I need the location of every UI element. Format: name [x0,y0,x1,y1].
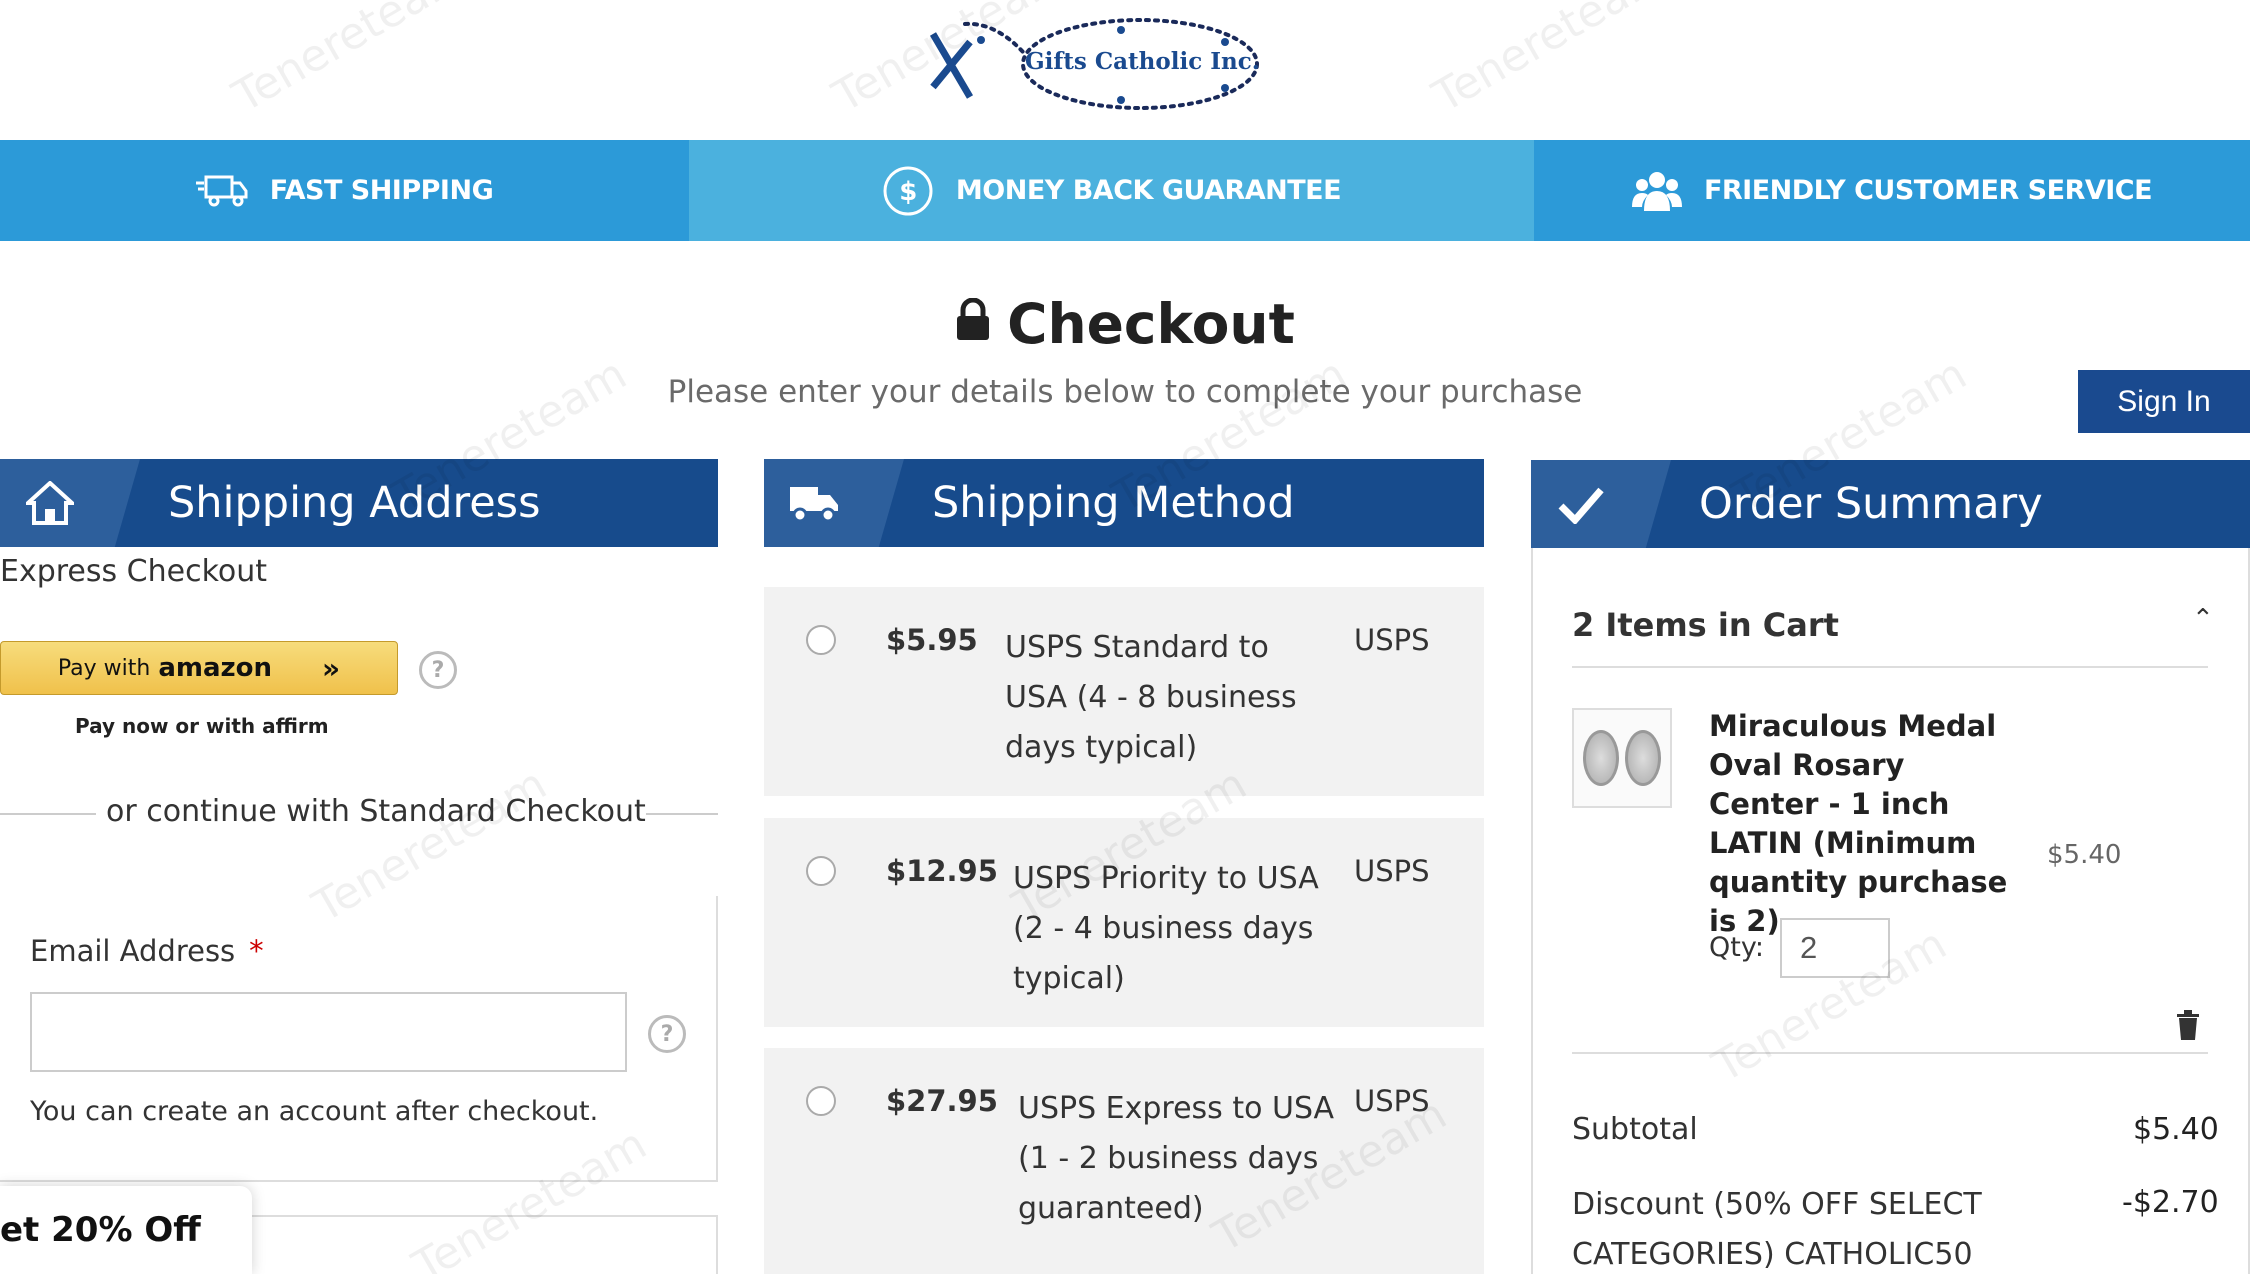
discount-label: Discount (50% OFF SELECT CATEGORIES) CAT… [1572,1187,1982,1272]
shipping-option-desc: USPS Priority to USA (2 - 4 business day… [1013,861,1319,996]
required-asterisk: * [249,934,264,968]
page-title-text: Checkout [1007,292,1295,356]
email-label-text: Email Address [30,934,236,968]
medal-image [1625,730,1661,786]
promo-fast-shipping-label: FAST SHIPPING [269,175,494,206]
trash-icon[interactable] [2176,1010,2200,1044]
email-note: You can create an account after checkout… [30,1096,599,1127]
site-logo[interactable]: Gifts Catholic Inc. [925,12,1260,112]
product-name[interactable]: Miraculous Medal Oval Rosary Center - 1 … [1709,707,2009,941]
delivery-truck-icon [764,459,904,547]
shipping-option-price: $5.95 [886,623,978,657]
dollar-circle-icon: $ [882,165,934,217]
shipping-option-radio[interactable] [806,856,836,886]
shipping-option-carrier: USPS [1354,1084,1430,1118]
email-field[interactable] [30,992,627,1072]
home-icon [0,459,140,547]
promo-fast-shipping: FAST SHIPPING [0,140,689,241]
order-summary-title: Order Summary [1699,479,2043,529]
express-checkout-label: Express Checkout [0,554,268,589]
amazon-pay-prefix: Pay with [57,655,151,681]
page-title: Checkout [0,292,2250,356]
shipping-option-desc: USPS Express to USA (1 - 2 business days… [1018,1091,1335,1226]
users-icon [1631,169,1682,213]
standard-checkout-text: or continue with Standard Checkout [106,794,646,829]
svg-text:$: $ [899,177,917,207]
promo-money-back-label: MONEY BACK GUARANTEE [955,175,1342,206]
pay-with-amazon-button[interactable]: Pay with amazon » [0,641,398,695]
shipping-option[interactable]: $12.95 USPS Priority to USA (2 - 4 busin… [764,818,1484,1027]
shipping-method-title: Shipping Method [932,478,1295,528]
subtotal-value: $5.40 [2133,1112,2219,1147]
affirm-text: Pay now or with affirm [75,714,329,738]
shipping-option-desc: USPS Standard to USA (4 - 8 business day… [1005,630,1297,765]
product-thumbnail[interactable] [1572,708,1672,808]
shipping-method-header: Shipping Method [764,459,1484,547]
medal-image [1583,730,1619,786]
chevron-up-icon[interactable]: ⌃ [2192,604,2214,634]
divider-left [0,813,96,815]
email-help-icon[interactable]: ? [648,1015,686,1053]
shipping-option-radio[interactable] [806,1086,836,1116]
product-price: $5.40 [2047,840,2122,870]
shipping-option-radio[interactable] [806,625,836,655]
shipping-option[interactable]: $27.95 USPS Express to USA (1 - 2 busine… [764,1048,1484,1274]
shipping-option-carrier: USPS [1354,623,1430,657]
divider [1572,1052,2208,1054]
shipping-address-title: Shipping Address [168,478,541,528]
sign-in-button[interactable]: Sign In [2078,370,2250,433]
discount-value: -$2.70 [2122,1185,2219,1220]
shipping-address-header: Shipping Address [0,459,718,547]
page-subtitle: Please enter your details below to compl… [667,374,1583,410]
checkmark-icon [1531,460,1671,548]
shipping-option[interactable]: $5.95 USPS Standard to USA (4 - 8 busine… [764,587,1484,796]
site-header: Gifts Catholic Inc. [0,0,2250,140]
truck-icon [195,173,248,209]
express-help-icon[interactable]: ? [419,651,457,689]
promo-money-back: $ MONEY BACK GUARANTEE [689,140,1534,241]
quantity-input[interactable] [1780,918,1890,978]
cart-items-title[interactable]: 2 Items in Cart [1572,606,1839,644]
double-chevron-right-icon: » [322,651,341,685]
divider [1572,666,2208,668]
shipping-option-price: $27.95 [886,1084,998,1118]
promo-customer-service-label: FRIENDLY CUSTOMER SERVICE [1703,175,2153,206]
email-label: Email Address * [30,934,264,968]
amazon-brand: amazon [158,653,273,683]
shipping-option-carrier: USPS [1354,854,1430,888]
lock-icon [955,291,991,355]
shipping-option-price: $12.95 [886,854,998,888]
logo-text: Gifts Catholic Inc. [1025,48,1260,75]
promo-bar: FAST SHIPPING $ MONEY BACK GUARANTEE FRI… [0,140,2250,241]
subtotal-label: Subtotal [1572,1112,1698,1147]
discount-popup-tab[interactable]: et 20% Off [0,1186,252,1274]
order-summary-header: Order Summary [1531,460,2250,548]
qty-label: Qty: [1709,932,1764,963]
promo-customer-service: FRIENDLY CUSTOMER SERVICE [1534,140,2250,241]
